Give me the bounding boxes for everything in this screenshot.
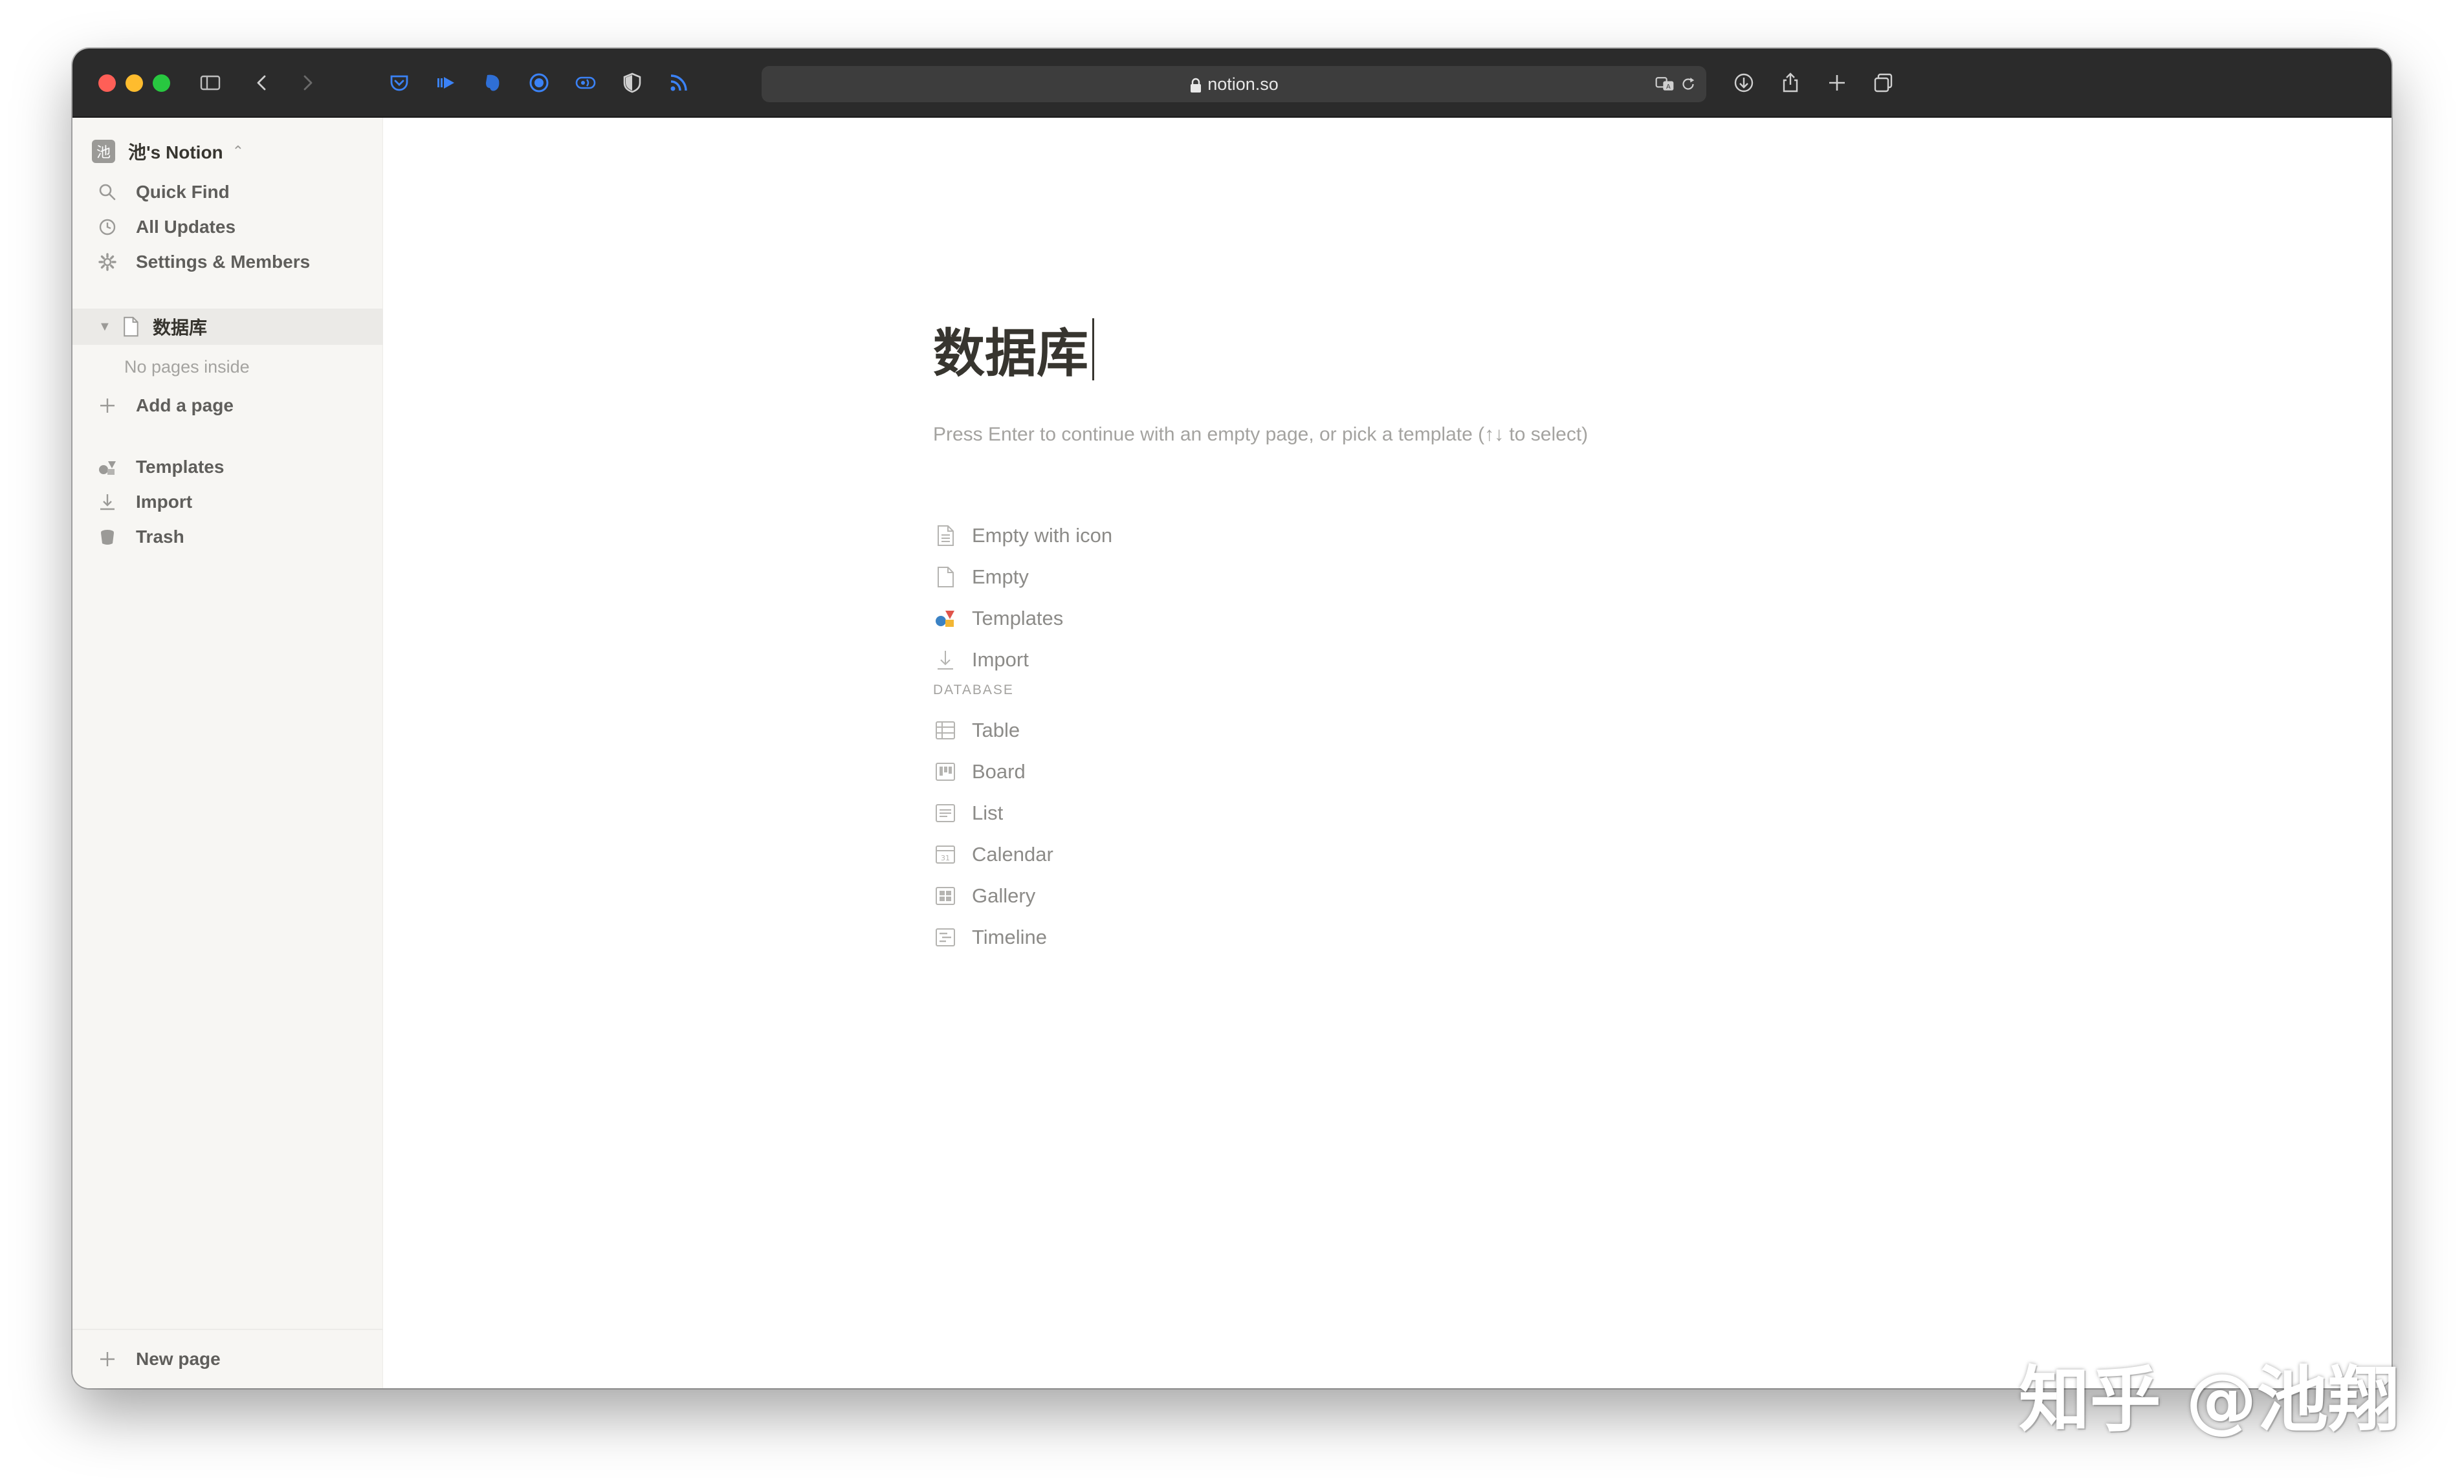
gallery-icon — [933, 883, 958, 909]
page-with-lines-icon — [933, 523, 958, 549]
sidebar-toggle-icon[interactable] — [195, 68, 225, 98]
plus-icon — [96, 394, 119, 417]
sidebar-item-trash[interactable]: Trash — [96, 521, 184, 553]
new-tab-icon[interactable] — [1822, 68, 1852, 98]
trash-label: Trash — [136, 527, 184, 547]
plus-icon — [96, 1348, 119, 1371]
option-table[interactable]: Table — [933, 714, 1020, 747]
caret-down-icon[interactable]: ▼ — [98, 320, 118, 334]
templates-label: Templates — [136, 457, 225, 477]
board-icon — [933, 759, 958, 785]
new-page-label: New page — [136, 1349, 221, 1369]
back-icon[interactable] — [247, 68, 277, 98]
pocket-icon[interactable] — [384, 68, 414, 98]
option-templates[interactable]: Templates — [933, 602, 1063, 635]
search-icon — [96, 180, 119, 204]
template-hint: Press Enter to continue with an empty pa… — [933, 424, 1589, 445]
forward-icon[interactable] — [292, 68, 322, 98]
share-icon[interactable] — [1776, 68, 1805, 98]
add-page-button[interactable]: Add a page — [96, 389, 234, 422]
option-label: Timeline — [972, 926, 1047, 948]
option-label: Board — [972, 760, 1026, 783]
timeline-icon — [933, 924, 958, 950]
close-window-button[interactable] — [98, 74, 116, 92]
sidebar: 池 池's Notion ⌃ Quick Find All Updates Se… — [72, 118, 383, 1388]
sidebar-item-quick-find[interactable]: Quick Find — [96, 176, 230, 208]
table-icon — [933, 717, 958, 743]
option-empty-with-icon[interactable]: Empty with icon — [933, 519, 1112, 552]
svg-text:31: 31 — [941, 854, 950, 862]
workspace-name: 池's Notion — [128, 142, 223, 162]
tabs-overview-icon[interactable] — [1869, 68, 1898, 98]
url-text: notion.so — [762, 66, 1706, 102]
option-list[interactable]: List — [933, 796, 1003, 830]
option-timeline[interactable]: Timeline — [933, 921, 1047, 954]
option-label: Import — [972, 648, 1029, 671]
minimize-window-button[interactable] — [126, 74, 143, 92]
evernote-icon[interactable] — [478, 68, 507, 98]
rss-icon[interactable] — [664, 68, 694, 98]
settings-label: Settings & Members — [136, 252, 311, 272]
import-label: Import — [136, 492, 193, 512]
option-empty[interactable]: Empty — [933, 560, 1029, 594]
option-label: Empty — [972, 565, 1029, 588]
option-label: Empty with icon — [972, 524, 1113, 547]
all-updates-label: All Updates — [136, 217, 236, 237]
new-page-button[interactable]: New page — [72, 1329, 383, 1388]
page-editor: 数据库 Press Enter to continue with an empt… — [383, 118, 2392, 1388]
option-label: List — [972, 802, 1004, 824]
browser-toolbar: notion.so A — [72, 49, 2392, 118]
option-label: Table — [972, 719, 1020, 741]
extension-sound-icon[interactable] — [571, 68, 600, 98]
page-icon — [933, 564, 958, 590]
sidebar-page-title: 数据库 — [153, 317, 208, 338]
templates-icon — [96, 455, 119, 479]
svg-text:A: A — [1666, 83, 1671, 91]
option-label: Gallery — [972, 884, 1036, 907]
option-board[interactable]: Board — [933, 755, 1026, 789]
clock-icon — [96, 215, 119, 239]
workspace-avatar: 池 — [92, 140, 115, 163]
url-label: notion.so — [1207, 74, 1279, 94]
import-icon — [96, 490, 119, 514]
reload-icon[interactable] — [1677, 72, 1700, 96]
page-icon — [122, 315, 144, 338]
database-section-label: DATABASE — [933, 682, 1014, 697]
browser-window: notion.so A 池 池's Notion ⌃ Quick Find Al… — [72, 49, 2392, 1388]
option-label: Templates — [972, 607, 1064, 629]
trash-icon — [96, 525, 119, 549]
text-cursor — [1092, 318, 1094, 380]
gear-icon — [96, 250, 119, 274]
page-title-text[interactable]: 数据库 — [933, 312, 1088, 387]
option-label: Calendar — [972, 843, 1053, 866]
sidebar-item-all-updates[interactable]: All Updates — [96, 211, 236, 243]
extension-circle-icon[interactable] — [524, 68, 554, 98]
quick-find-label: Quick Find — [136, 182, 230, 202]
option-gallery[interactable]: Gallery — [933, 879, 1035, 913]
calendar-icon: 31 — [933, 842, 958, 867]
list-icon — [933, 800, 958, 826]
translate-icon[interactable]: A — [1653, 72, 1677, 96]
page-title[interactable]: 数据库 — [933, 312, 1094, 387]
download-icon[interactable] — [1729, 68, 1759, 98]
option-calendar[interactable]: 31 Calendar — [933, 838, 1053, 871]
templates-icon — [933, 606, 958, 631]
extension-play-icon[interactable] — [431, 68, 461, 98]
sidebar-item-templates[interactable]: Templates — [96, 451, 224, 483]
no-pages-inside: No pages inside — [124, 357, 250, 376]
chevron-updown-icon: ⌃ — [232, 143, 245, 159]
zoom-window-button[interactable] — [153, 74, 170, 92]
add-page-label: Add a page — [136, 395, 234, 415]
import-icon — [933, 647, 958, 673]
sidebar-item-import[interactable]: Import — [96, 486, 192, 518]
watermark: 知乎 @池翔 — [2018, 1359, 2399, 1441]
lock-icon — [1191, 78, 1202, 93]
shield-icon[interactable] — [617, 68, 647, 98]
sidebar-page-item[interactable]: ▼ 数据库 — [72, 309, 383, 345]
address-bar[interactable]: notion.so A — [762, 66, 1706, 102]
option-import[interactable]: Import — [933, 643, 1029, 677]
workspace-switcher[interactable]: 池 池's Notion ⌃ — [92, 136, 244, 167]
sidebar-item-settings[interactable]: Settings & Members — [96, 246, 310, 278]
